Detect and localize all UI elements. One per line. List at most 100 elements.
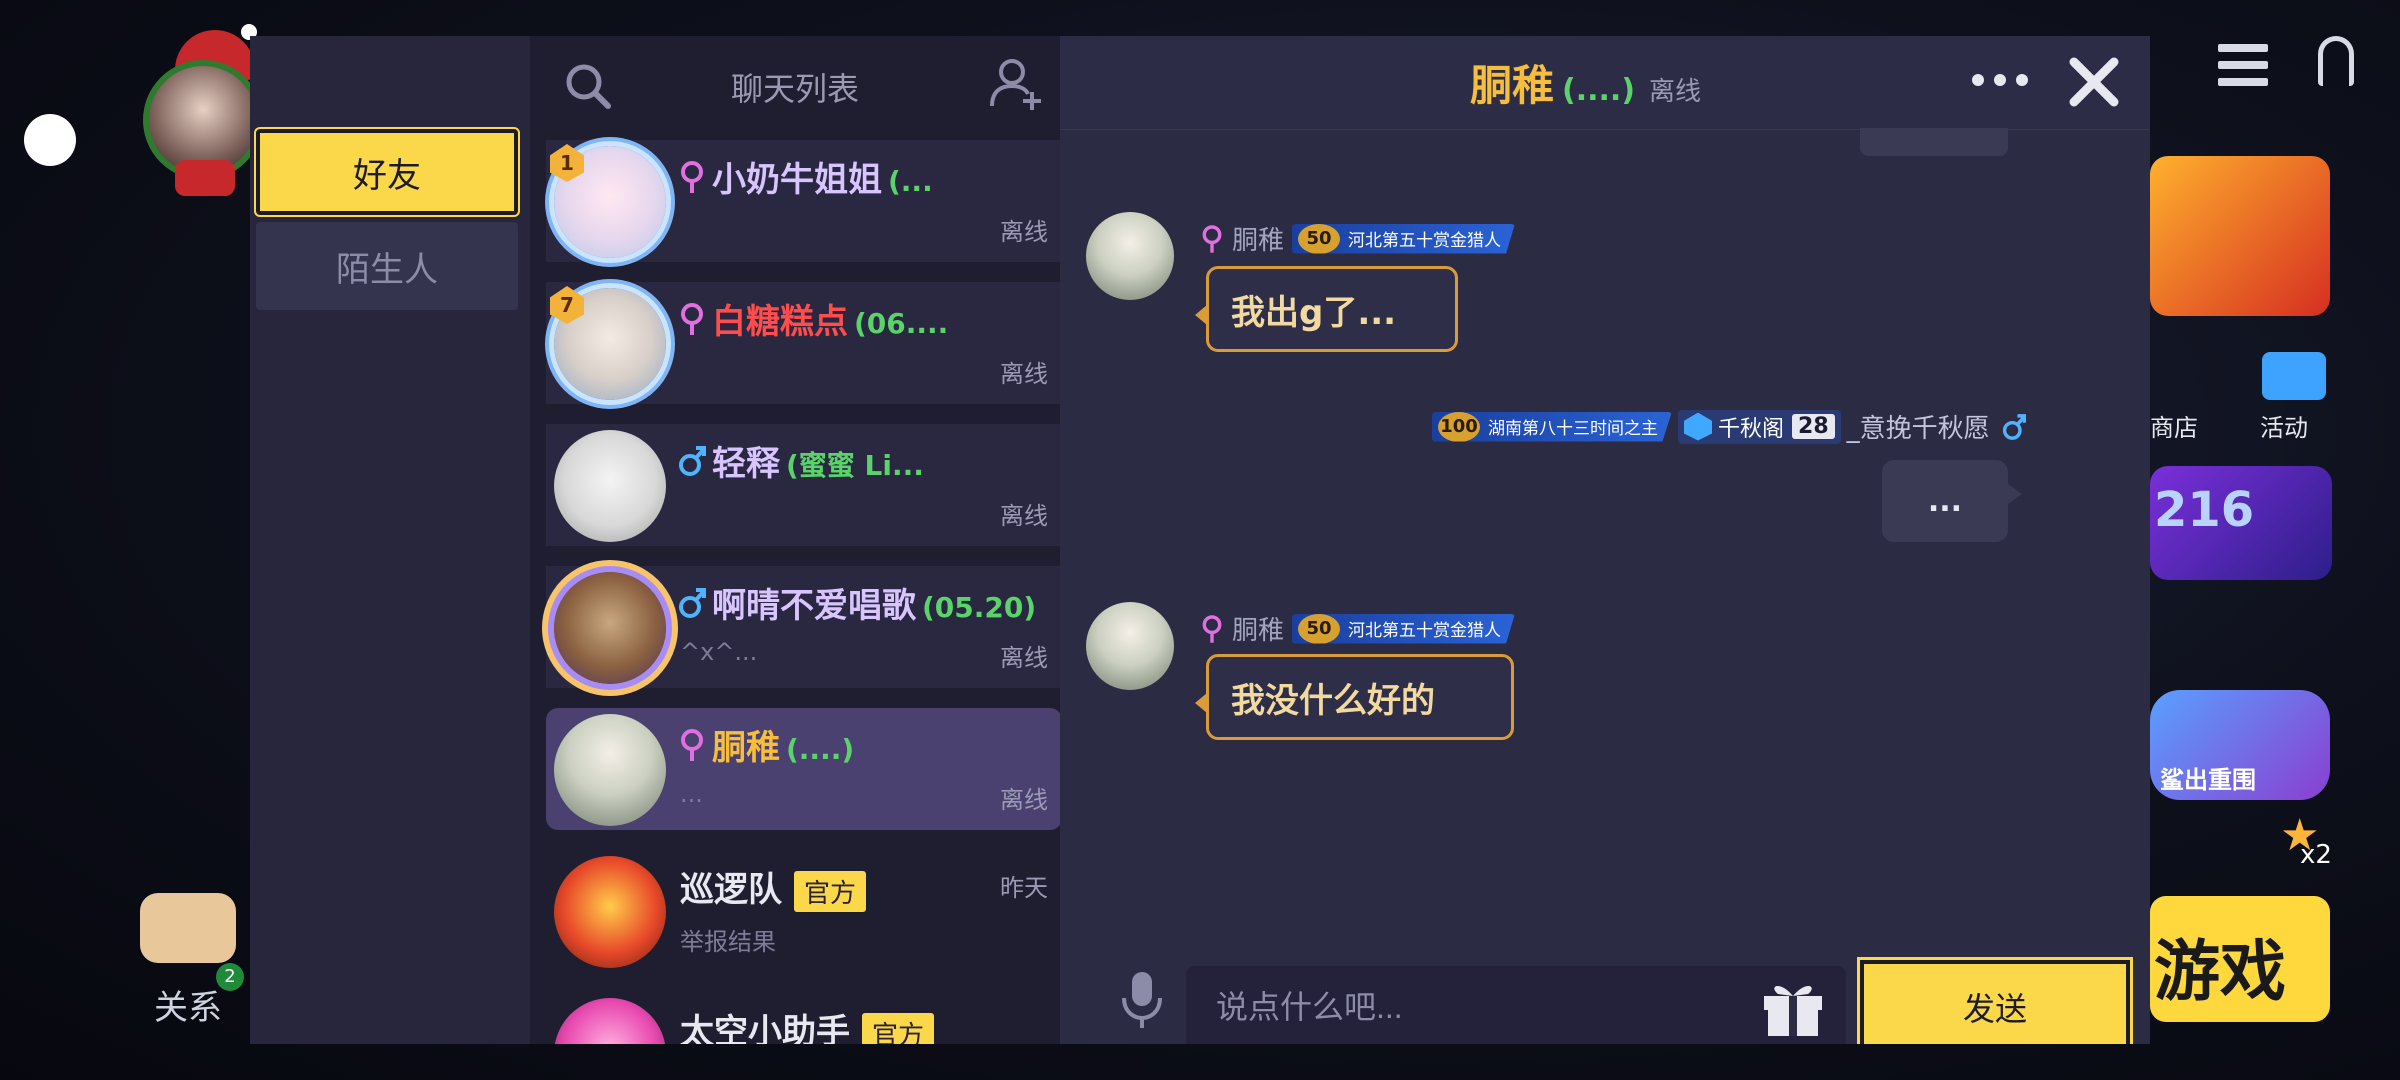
title-badge-text: 河北第五十赏金猎人 (1348, 621, 1502, 641)
title-badge: 50 河北第五十赏金猎人 (1292, 223, 1516, 254)
chat-title: 胴稚 (....) 离线 (1470, 52, 1701, 113)
contact-preview: 举报结果 (680, 928, 776, 956)
contact-item-selected[interactable]: 胴稚 (....) ... 离线 (546, 708, 1060, 830)
official-badge: 官方 (794, 871, 867, 912)
contact-remark: (蜜蜜 Li... (786, 449, 924, 482)
contact-avatar (554, 998, 666, 1044)
signal-icon (2318, 36, 2354, 86)
title-badge-text: 湖南第八十三时间之主 (1488, 419, 1658, 439)
contact-remark: (....) (786, 733, 855, 766)
contact-name: 白糖糕点 (712, 302, 848, 342)
male-icon (679, 446, 706, 476)
contact-status: 离线 (1000, 644, 1048, 672)
female-icon (1202, 614, 1222, 643)
space-event-card[interactable]: 216 (2150, 466, 2332, 580)
title-badge-level: 100 (1438, 411, 1480, 442)
chat-list-title: 聊天列表 (730, 70, 859, 108)
bow-icon (175, 160, 235, 196)
chat-partner-remark: (....) (1562, 73, 1636, 108)
contact-avatar (554, 856, 666, 968)
contact-name: 啊晴不爱唱歌 (712, 586, 916, 626)
relation-label: 关系 (154, 988, 222, 1028)
contact-name-row: 轻释 (蜜蜜 Li... (712, 436, 924, 485)
sender-name: 胴稚 (1232, 226, 1285, 256)
contact-preview: ^x^... (680, 638, 758, 666)
shop-label[interactable]: 商店 (2150, 408, 2198, 443)
official-badge: 官方 (862, 1013, 935, 1044)
message-meta: 胴稚 50 河北第五十赏金猎人 (1200, 220, 1516, 257)
male-icon (679, 588, 706, 618)
tab-friends[interactable]: 好友 (254, 127, 520, 217)
activity-label[interactable]: 活动 (2260, 408, 2308, 443)
contact-name: 巡逻队 (680, 870, 782, 910)
relation-button[interactable]: 关系 2 (140, 885, 260, 1028)
shark-mode-label: 鲨出重围 (2160, 766, 2256, 794)
treasure-event-card[interactable] (2150, 156, 2330, 316)
star-count: x2 (2300, 840, 2332, 870)
microphone-icon[interactable] (1120, 970, 1164, 1030)
contact-status: 离线 (1000, 360, 1048, 388)
contact-status: 离线 (1000, 786, 1048, 814)
activity-icon[interactable] (2262, 352, 2326, 400)
title-badge: 50 河北第五十赏金猎人 (1292, 613, 1516, 644)
start-game-button[interactable]: 游戏 (2150, 896, 2330, 1022)
close-icon[interactable] (2066, 54, 2122, 110)
chat-list-panel: 聊天列表 1 小奶牛姐姐 (... 离线 7 白糖糕点 (06.... 离线 轻… (530, 36, 1060, 1044)
add-friend-icon[interactable] (988, 56, 1044, 112)
contact-item[interactable]: 太空小助手 官方 (546, 992, 1060, 1044)
contact-name-row: 太空小助手 官方 (680, 1004, 935, 1044)
male-icon (2002, 413, 2026, 440)
message-input-bar: 发送 (1060, 926, 2150, 1044)
guild-icon (1684, 412, 1712, 441)
chat-partner-status: 离线 (1649, 77, 1702, 107)
contact-remark: (... (888, 165, 933, 198)
menu-icon[interactable] (2218, 44, 2268, 86)
chat-list-header: 聊天列表 (530, 36, 1060, 136)
title-badge: 100 湖南第八十三时间之主 (1432, 411, 1672, 442)
right-side-menu: 商店 活动 216 鲨出重围 ★ x2 游戏 (2150, 0, 2400, 1080)
message-input[interactable] (1186, 966, 1846, 1044)
send-button[interactable]: 发送 (1857, 957, 2133, 1044)
contact-item[interactable]: 7 白糖糕点 (06.... 离线 (546, 282, 1060, 404)
contact-item[interactable]: 1 小奶牛姐姐 (... 离线 (546, 140, 1060, 262)
space-event-number: 216 (2154, 482, 2255, 538)
contact-item[interactable]: 啊晴不爱唱歌 (05.20) ^x^... 离线 (546, 566, 1060, 688)
contact-time: 昨天 (1000, 874, 1048, 902)
message-bubble: 我没什么好的 (1195, 654, 1514, 740)
title-badge-level: 50 (1298, 613, 1341, 644)
message-bubble: 我出g了... (1195, 266, 1458, 352)
contact-remark: (06.... (854, 307, 949, 340)
contact-name: 轻释 (712, 444, 780, 484)
chat-header: 胴稚 (....) 离线 (1060, 36, 2150, 130)
contact-avatar (554, 714, 666, 826)
title-badge-level: 50 (1298, 223, 1341, 254)
contact-status: 离线 (1000, 218, 1048, 246)
guild-name: 千秋阁 (1718, 416, 1785, 442)
shark-mode-card[interactable]: 鲨出重围 (2150, 690, 2330, 800)
guild-level: 28 (1792, 414, 1835, 439)
contact-name: 小奶牛姐姐 (712, 160, 882, 200)
tab-strangers[interactable]: 陌生人 (256, 222, 518, 310)
contact-status: 离线 (1000, 502, 1048, 530)
relation-icon (140, 893, 236, 963)
contact-item[interactable]: 轻释 (蜜蜜 Li... 离线 (546, 424, 1060, 546)
sender-avatar[interactable] (1086, 602, 1174, 690)
relation-count-badge: 2 (216, 963, 244, 991)
contact-item[interactable]: 巡逻队 官方 举报结果 昨天 (546, 850, 1060, 972)
contact-remark: (05.20) (922, 591, 1037, 624)
chat-partner-name: 胴稚 (1470, 61, 1555, 110)
more-options-icon[interactable] (1970, 68, 2030, 92)
contact-name-row: 啊晴不爱唱歌 (05.20) (712, 578, 1036, 627)
floating-assist-button[interactable] (24, 114, 76, 166)
guild-badge: 千秋阁 28 (1678, 409, 1841, 444)
gift-icon[interactable] (1760, 976, 1826, 1038)
contact-preview: ... (680, 780, 703, 808)
sender-avatar[interactable] (1086, 212, 1174, 300)
contact-name-row: 胴稚 (....) (712, 720, 854, 769)
female-icon (681, 729, 703, 761)
contact-name: 太空小助手 (680, 1012, 850, 1044)
contact-name: 胴稚 (712, 728, 780, 768)
contact-name-row: 小奶牛姐姐 (... (712, 152, 933, 201)
female-icon (681, 161, 703, 193)
relationship-tabs: 好友 陌生人 (250, 36, 530, 1044)
